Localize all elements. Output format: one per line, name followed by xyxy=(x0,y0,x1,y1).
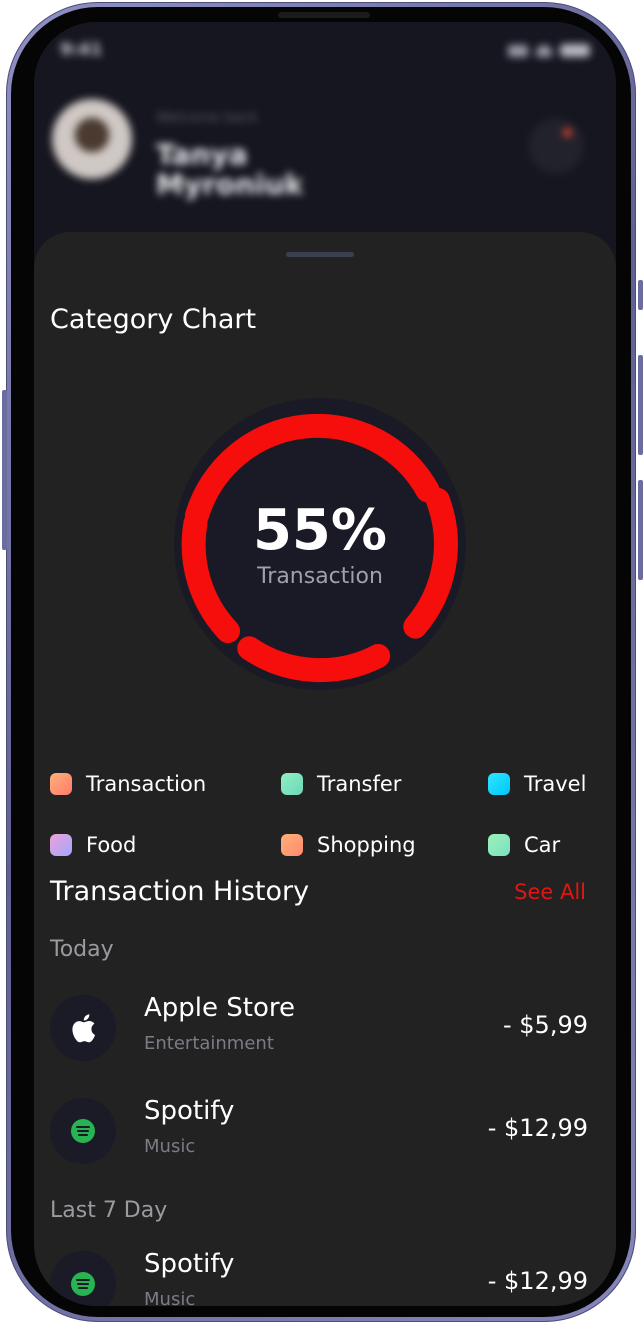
welcome-text: Welcome back xyxy=(156,110,258,126)
notification-dot xyxy=(563,128,572,137)
see-all-link[interactable]: See All xyxy=(514,880,586,904)
side-button-left xyxy=(2,390,7,550)
speaker-grille xyxy=(278,12,370,18)
donut-percentage: 55% xyxy=(252,498,388,563)
transaction-amount: - $5,99 xyxy=(503,1011,588,1039)
app-screen: 9:41 Welcome back Tanya Myroniuk Categor… xyxy=(34,22,616,1306)
side-button-right-2 xyxy=(638,355,643,455)
notification-button[interactable] xyxy=(528,118,584,174)
group-label-last-7-day: Last 7 Day xyxy=(50,1198,168,1223)
profile-header: 9:41 Welcome back Tanya Myroniuk xyxy=(34,22,616,262)
battery-icon xyxy=(560,44,590,57)
status-time: 9:41 xyxy=(60,40,103,60)
legend-label: Transaction xyxy=(86,772,207,796)
legend-label: Travel xyxy=(524,772,587,796)
transaction-row[interactable]: Spotify Music - $12,99 xyxy=(50,1249,588,1306)
legend-item-food[interactable]: Food xyxy=(50,833,136,857)
signal-icon xyxy=(508,44,528,57)
legend-label: Shopping xyxy=(317,833,416,857)
legend-label: Car xyxy=(524,833,561,857)
transaction-category: Entertainment xyxy=(144,1033,274,1054)
legend-swatch xyxy=(488,773,510,795)
transaction-row[interactable]: Spotify Music - $12,99 xyxy=(50,1096,588,1168)
transaction-icon-wrap xyxy=(50,995,116,1061)
user-name: Tanya Myroniuk xyxy=(156,138,304,201)
transaction-category: Music xyxy=(144,1136,196,1157)
transaction-icon-wrap xyxy=(50,1251,116,1306)
legend-item-car[interactable]: Car xyxy=(488,833,560,857)
transaction-amount: - $12,99 xyxy=(487,1114,588,1142)
spotify-icon xyxy=(71,1272,95,1296)
group-label-today: Today xyxy=(50,937,114,962)
transaction-history-title: Transaction History xyxy=(50,876,310,907)
legend-item-travel[interactable]: Travel xyxy=(488,772,586,796)
apple-icon xyxy=(72,1014,96,1043)
legend-item-transfer[interactable]: Transfer xyxy=(281,772,401,796)
legend-item-transaction[interactable]: Transaction xyxy=(50,772,206,796)
transaction-name: Apple Store xyxy=(144,993,295,1023)
avatar[interactable] xyxy=(52,99,132,179)
bottom-sheet: Category Chart 55% Transaction Transacti… xyxy=(34,232,616,1306)
transaction-icon-wrap xyxy=(50,1098,116,1164)
legend-swatch xyxy=(281,834,303,856)
category-donut-chart: 55% Transaction xyxy=(160,384,480,704)
sheet-drag-handle[interactable] xyxy=(286,252,354,257)
transaction-row[interactable]: Apple Store Entertainment - $5,99 xyxy=(50,993,588,1065)
legend-swatch xyxy=(50,834,72,856)
legend-swatch xyxy=(50,773,72,795)
status-icons xyxy=(508,44,590,57)
legend-label: Food xyxy=(86,833,137,857)
donut-label: Transaction xyxy=(257,564,383,589)
transaction-name: Spotify xyxy=(144,1249,235,1279)
legend-label: Transfer xyxy=(317,772,402,796)
side-button-right-3 xyxy=(638,480,643,580)
side-button-right-1 xyxy=(638,280,643,310)
legend-item-shopping[interactable]: Shopping xyxy=(281,833,416,857)
spotify-icon xyxy=(71,1119,95,1143)
wifi-icon xyxy=(536,44,552,57)
category-chart-title: Category Chart xyxy=(50,304,257,335)
legend-swatch xyxy=(488,834,510,856)
transaction-amount: - $12,99 xyxy=(487,1267,588,1295)
transaction-category: Music xyxy=(144,1289,196,1306)
legend-swatch xyxy=(281,773,303,795)
transaction-name: Spotify xyxy=(144,1096,235,1126)
